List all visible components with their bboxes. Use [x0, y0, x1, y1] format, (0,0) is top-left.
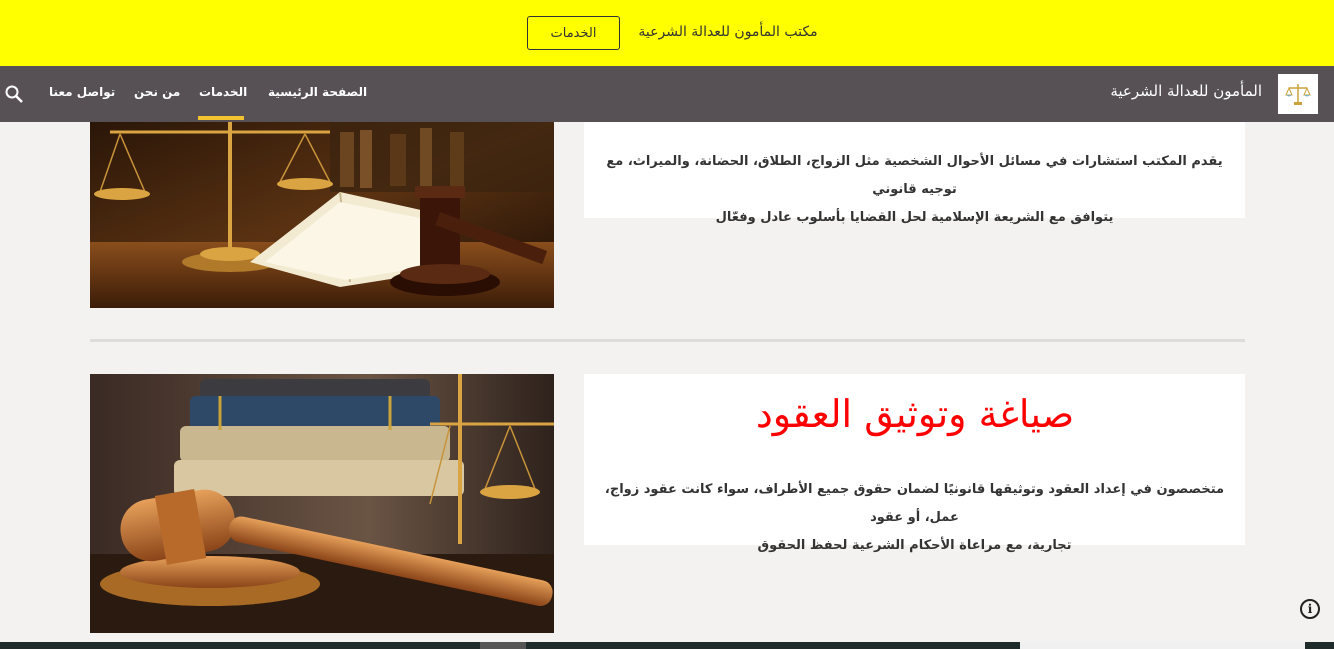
- service-image-scales-book-gavel: [90, 122, 554, 308]
- scales-logo-icon: [1285, 84, 1311, 105]
- site-title[interactable]: المأمون للعدالة الشرعية: [1090, 82, 1262, 100]
- info-icon[interactable]: i: [1300, 599, 1320, 619]
- description-line: تجارية، مع مراعاة الأحكام الشرعية لحفظ ا…: [757, 538, 1072, 553]
- nav-about[interactable]: من نحن: [134, 85, 180, 99]
- services-banner-button[interactable]: الخدمات: [527, 16, 620, 50]
- section-divider: [90, 339, 1245, 342]
- description-line: متخصصون في إعداد العقود وتوثيقها قانونيً…: [604, 482, 1225, 525]
- active-nav-indicator: [198, 116, 244, 120]
- service-image-gavel-books-scales: [90, 374, 554, 633]
- footer-segment: [480, 642, 526, 649]
- description-line: يتوافق مع الشريعة الإسلامية لحل القضايا …: [715, 210, 1114, 225]
- description-line: يقدم المكتب استشارات في مسائل الأحوال ال…: [606, 154, 1223, 197]
- footer-segment: [1020, 642, 1305, 649]
- nav-home[interactable]: الصفحة الرئيسية: [268, 85, 367, 99]
- nav-services[interactable]: الخدمات: [199, 85, 247, 99]
- site-logo[interactable]: [1278, 74, 1318, 114]
- banner-text: مكتب المأمون للعدالة الشرعية: [638, 24, 818, 40]
- search-icon[interactable]: [4, 84, 24, 104]
- nav-contact[interactable]: تواصل معنا: [49, 85, 115, 99]
- service-description: متخصصون في إعداد العقود وتوثيقها قانونيً…: [596, 476, 1233, 560]
- service-description: يقدم المكتب استشارات في مسائل الأحوال ال…: [596, 148, 1233, 232]
- service-title: صياغة وتوثيق العقود: [755, 392, 1075, 436]
